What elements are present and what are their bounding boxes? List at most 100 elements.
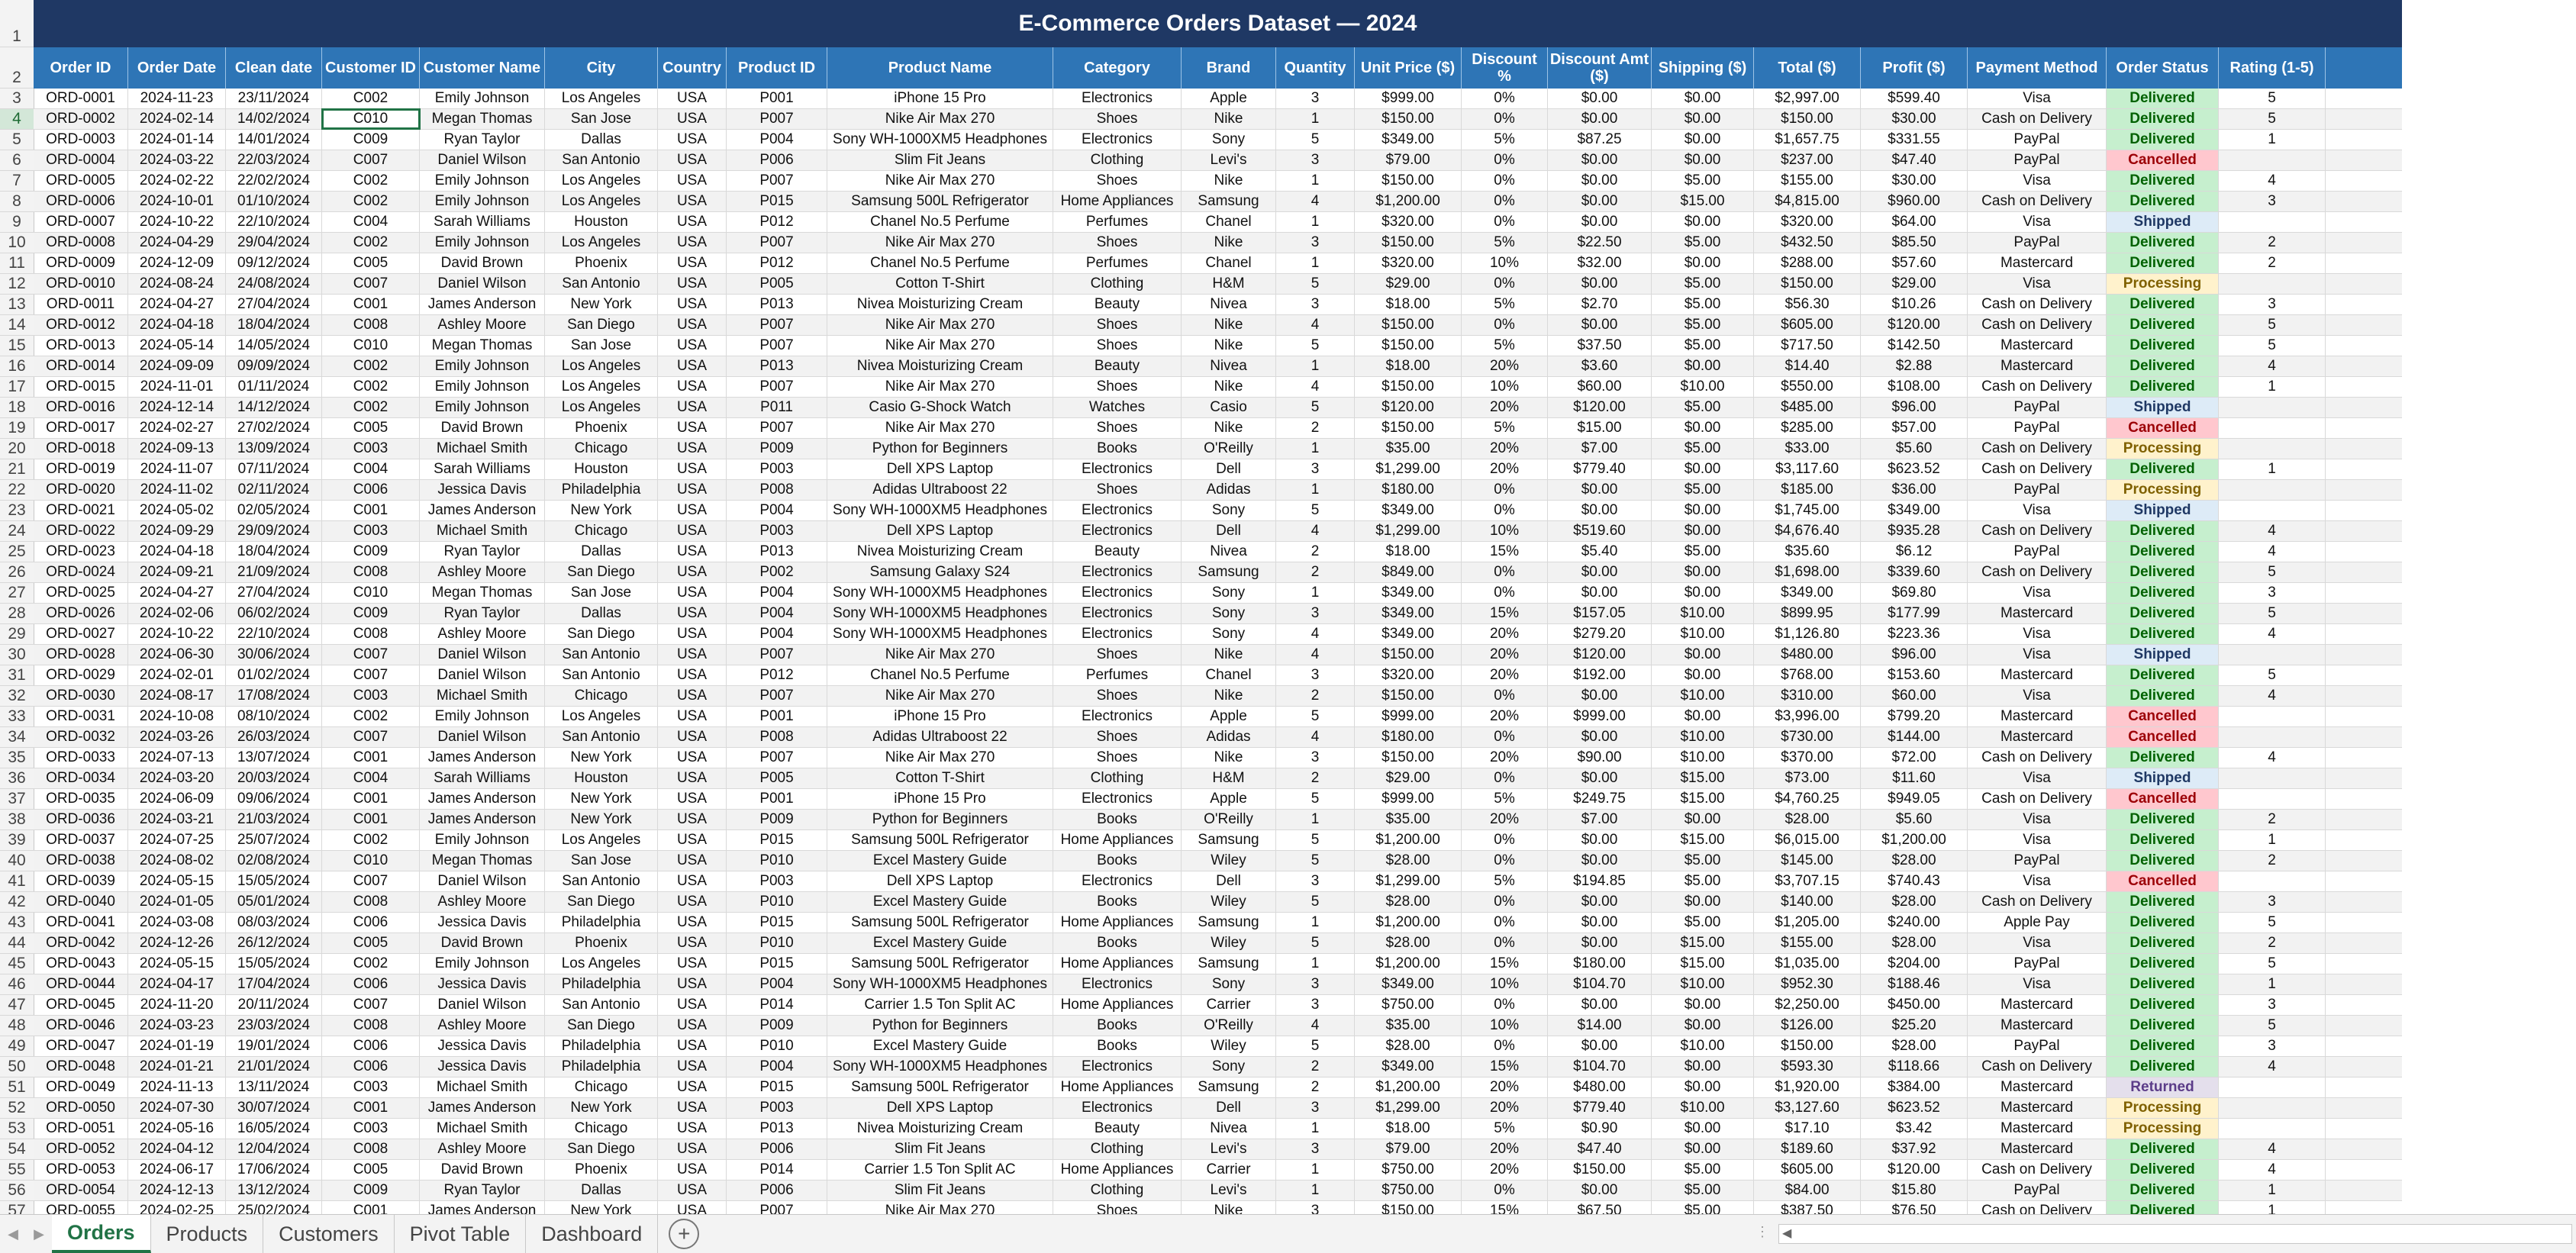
table-cell[interactable]: 2024-11-02: [128, 480, 226, 500]
table-row[interactable]: ORD-0007 2024-10-22 22/10/2024 C004 Sarah Wi…: [34, 212, 2402, 233]
table-cell[interactable]: C007: [322, 871, 420, 891]
table-cell[interactable]: 1: [1276, 1160, 1355, 1180]
table-cell[interactable]: $5.00: [1652, 274, 1754, 294]
table-cell[interactable]: $0.90: [1548, 1119, 1652, 1139]
table-cell[interactable]: 1: [2219, 377, 2326, 397]
table-row[interactable]: ORD-0025 2024-04-27 27/04/2024 C010 Megan Th…: [34, 583, 2402, 604]
table-cell[interactable]: 2024-04-27: [128, 295, 226, 314]
table-cell[interactable]: $0.00: [1652, 150, 1754, 170]
table-cell[interactable]: Los Angeles: [545, 830, 658, 850]
table-row[interactable]: ORD-0041 2024-03-08 08/03/2024 C006 Jessica …: [34, 913, 2402, 933]
table-cell[interactable]: San Diego: [545, 892, 658, 912]
table-cell[interactable]: Electronics: [1053, 1098, 1182, 1118]
table-cell[interactable]: $11.60: [1861, 768, 1968, 788]
table-cell[interactable]: [2219, 707, 2326, 726]
table-cell[interactable]: Sony WH-1000XM5 Headphones: [827, 974, 1053, 994]
table-cell[interactable]: Shoes: [1053, 645, 1182, 665]
table-cell[interactable]: 2024-12-13: [128, 1181, 226, 1200]
table-cell[interactable]: P007: [727, 377, 827, 397]
table-cell[interactable]: 5: [2219, 562, 2326, 582]
table-cell[interactable]: 0%: [1462, 1036, 1548, 1056]
table-cell[interactable]: 3: [1276, 1201, 1355, 1214]
table-cell[interactable]: ORD-0006: [34, 192, 128, 211]
table-cell[interactable]: 1: [2219, 130, 2326, 150]
table-cell[interactable]: $3,707.15: [1754, 871, 1861, 891]
table-cell[interactable]: Emily Johnson: [420, 830, 545, 850]
table-cell[interactable]: P015: [727, 954, 827, 974]
table-cell[interactable]: Nivea Moisturizing Cream: [827, 542, 1053, 562]
row-header[interactable]: 54: [0, 1139, 34, 1160]
row-header[interactable]: 14: [0, 315, 34, 336]
table-cell[interactable]: Nike: [1182, 233, 1276, 253]
table-cell[interactable]: 27/02/2024: [226, 418, 322, 438]
table-cell[interactable]: $999.00: [1355, 89, 1462, 108]
status-badge[interactable]: Delivered: [2107, 377, 2219, 397]
table-cell[interactable]: Daniel Wilson: [420, 274, 545, 294]
table-cell[interactable]: 2: [2219, 810, 2326, 829]
table-cell[interactable]: $1,035.00: [1754, 954, 1861, 974]
table-cell[interactable]: $0.00: [1652, 459, 1754, 479]
table-cell[interactable]: 3: [2219, 1036, 2326, 1056]
table-cell[interactable]: $0.00: [1548, 562, 1652, 582]
table-cell[interactable]: PayPal: [1968, 398, 2107, 417]
table-cell[interactable]: ORD-0025: [34, 583, 128, 603]
table-cell[interactable]: USA: [658, 459, 727, 479]
status-badge[interactable]: Shipped: [2107, 501, 2219, 520]
table-cell[interactable]: Electronics: [1053, 707, 1182, 726]
table-cell[interactable]: 2024-05-14: [128, 336, 226, 356]
table-cell[interactable]: $4,676.40: [1754, 521, 1861, 541]
status-badge[interactable]: Cancelled: [2107, 418, 2219, 438]
table-cell[interactable]: 5%: [1462, 233, 1548, 253]
table-cell[interactable]: Home Appliances: [1053, 954, 1182, 974]
table-cell[interactable]: $185.00: [1754, 480, 1861, 500]
table-cell[interactable]: Michael Smith: [420, 1077, 545, 1097]
table-row[interactable]: ORD-0019 2024-11-07 07/11/2024 C004 Sarah Wi…: [34, 459, 2402, 480]
table-cell[interactable]: 1: [1276, 212, 1355, 232]
table-cell[interactable]: San Diego: [545, 1139, 658, 1159]
table-cell[interactable]: Dallas: [545, 1181, 658, 1200]
table-cell[interactable]: $349.00: [1355, 974, 1462, 994]
table-cell[interactable]: 1: [2219, 1181, 2326, 1200]
table-cell[interactable]: Daniel Wilson: [420, 727, 545, 747]
table-cell[interactable]: ORD-0016: [34, 398, 128, 417]
table-cell[interactable]: 16/05/2024: [226, 1119, 322, 1139]
table-cell[interactable]: 5: [2219, 315, 2326, 335]
table-cell[interactable]: ORD-0033: [34, 748, 128, 768]
table-cell[interactable]: Dallas: [545, 542, 658, 562]
column-header[interactable]: City: [545, 47, 658, 89]
table-cell[interactable]: Electronics: [1053, 521, 1182, 541]
table-cell[interactable]: 5: [1276, 789, 1355, 809]
status-badge[interactable]: Delivered: [2107, 1016, 2219, 1036]
table-cell[interactable]: $47.40: [1548, 1139, 1652, 1159]
table-cell[interactable]: 20%: [1462, 810, 1548, 829]
sheet-tab-customers[interactable]: Customers: [263, 1215, 395, 1253]
table-cell[interactable]: $37.92: [1861, 1139, 1968, 1159]
table-cell[interactable]: $29.00: [1355, 768, 1462, 788]
table-cell[interactable]: P004: [727, 130, 827, 150]
table-cell[interactable]: P010: [727, 933, 827, 953]
table-cell[interactable]: USA: [658, 418, 727, 438]
table-cell[interactable]: iPhone 15 Pro: [827, 789, 1053, 809]
table-cell[interactable]: P007: [727, 336, 827, 356]
table-cell[interactable]: 0%: [1462, 768, 1548, 788]
table-cell[interactable]: Emily Johnson: [420, 356, 545, 376]
table-cell[interactable]: $0.00: [1652, 501, 1754, 520]
row-header[interactable]: 43: [0, 913, 34, 933]
table-cell[interactable]: P002: [727, 562, 827, 582]
table-cell[interactable]: $157.05: [1548, 604, 1652, 623]
table-cell[interactable]: C007: [322, 274, 420, 294]
table-cell[interactable]: 5: [2219, 1016, 2326, 1036]
table-cell[interactable]: C010: [321, 108, 421, 130]
table-cell[interactable]: Los Angeles: [545, 377, 658, 397]
table-cell[interactable]: 2024-01-14: [128, 130, 226, 150]
table-cell[interactable]: 15%: [1462, 604, 1548, 623]
table-cell[interactable]: USA: [658, 171, 727, 191]
table-cell[interactable]: Los Angeles: [545, 954, 658, 974]
table-cell[interactable]: $0.00: [1652, 1119, 1754, 1139]
table-cell[interactable]: ORD-0027: [34, 624, 128, 644]
table-cell[interactable]: New York: [545, 748, 658, 768]
table-cell[interactable]: $29.00: [1355, 274, 1462, 294]
table-cell[interactable]: $35.00: [1355, 1016, 1462, 1036]
table-cell[interactable]: 2024-12-14: [128, 398, 226, 417]
table-cell[interactable]: 25/07/2024: [226, 830, 322, 850]
